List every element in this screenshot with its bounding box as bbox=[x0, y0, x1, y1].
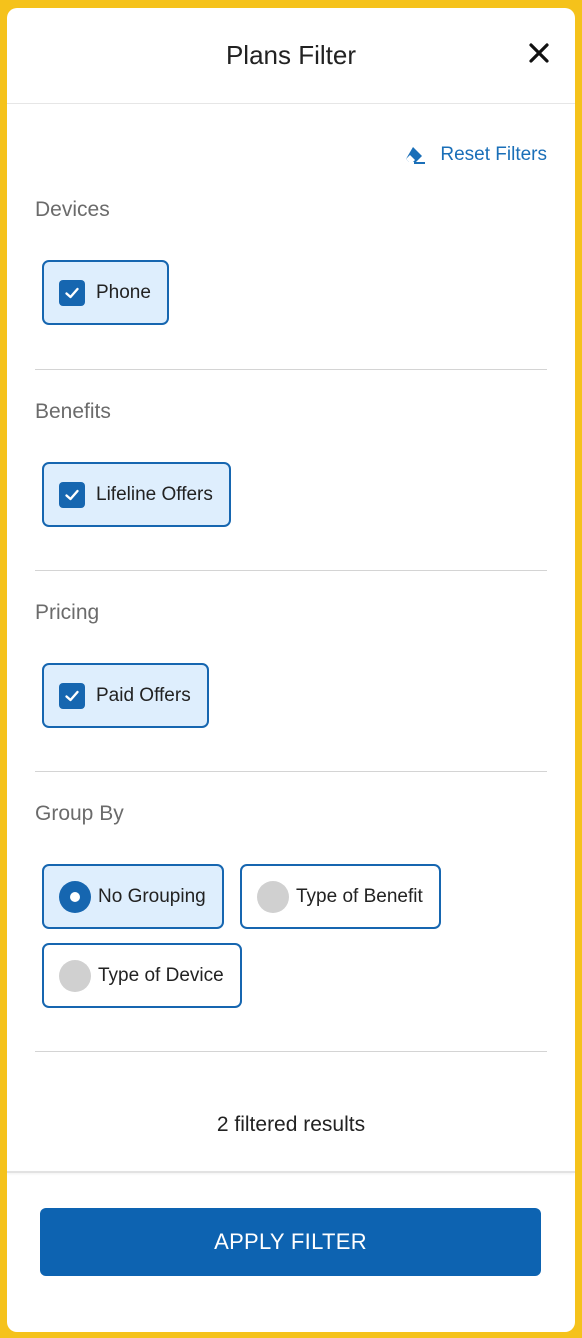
divider bbox=[35, 570, 547, 571]
group-option-no-grouping[interactable]: No Grouping bbox=[42, 864, 224, 929]
group-option-type-of-benefit[interactable]: Type of Benefit bbox=[240, 864, 441, 929]
section-title-devices: Devices bbox=[35, 198, 110, 221]
chip-label: Type of Device bbox=[98, 964, 224, 986]
filter-chip-phone[interactable]: Phone bbox=[42, 260, 169, 325]
section-title-pricing: Pricing bbox=[35, 601, 100, 624]
group-option-type-of-device[interactable]: Type of Device bbox=[42, 943, 242, 1008]
radio-unselected[interactable] bbox=[257, 880, 289, 913]
chip-label: Phone bbox=[96, 281, 151, 303]
footer-divider bbox=[7, 1171, 575, 1173]
apply-filter-button[interactable]: APPLY FILTER bbox=[40, 1208, 541, 1276]
checkbox-checked[interactable] bbox=[59, 682, 85, 709]
divider bbox=[35, 771, 547, 772]
reset-filters-button[interactable]: Reset Filters bbox=[404, 144, 547, 166]
divider bbox=[35, 369, 547, 370]
chip-label: Lifeline Offers bbox=[96, 483, 213, 505]
plans-filter-panel: Plans Filter Reset Filters Devices Phone… bbox=[7, 8, 575, 1332]
chip-label: Type of Benefit bbox=[296, 885, 423, 907]
close-icon bbox=[529, 43, 549, 63]
checkmark-icon bbox=[65, 287, 79, 298]
reset-filters-label: Reset Filters bbox=[440, 144, 547, 165]
close-button[interactable] bbox=[527, 41, 551, 65]
chip-label: Paid Offers bbox=[96, 684, 191, 706]
radio-unselected[interactable] bbox=[59, 959, 91, 992]
filter-chip-lifeline-offers[interactable]: Lifeline Offers bbox=[42, 462, 231, 527]
checkmark-icon bbox=[65, 489, 79, 500]
section-title-benefits: Benefits bbox=[35, 400, 111, 423]
checkmark-icon bbox=[65, 690, 79, 701]
filtered-results-count: 2 filtered results bbox=[216, 1113, 366, 1136]
chip-label: No Grouping bbox=[98, 885, 206, 907]
checkbox-checked[interactable] bbox=[59, 279, 85, 306]
panel-header: Plans Filter bbox=[7, 8, 575, 104]
checkbox-checked[interactable] bbox=[59, 481, 85, 508]
section-title-group-by: Group By bbox=[35, 802, 124, 825]
radio-selected[interactable] bbox=[59, 880, 91, 913]
eraser-icon bbox=[406, 147, 426, 164]
panel-title: Plans Filter bbox=[225, 40, 357, 70]
divider bbox=[35, 1051, 547, 1052]
filter-chip-paid-offers[interactable]: Paid Offers bbox=[42, 663, 209, 728]
